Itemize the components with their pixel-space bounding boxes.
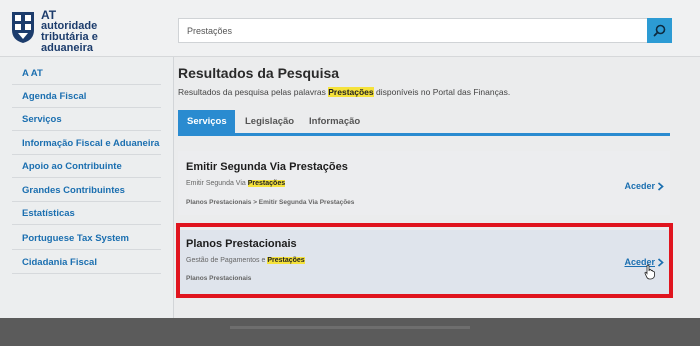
result-desc-prefix: Emitir Segunda Via bbox=[186, 180, 248, 187]
progress-track bbox=[230, 326, 470, 329]
chevron-right-icon bbox=[657, 181, 664, 191]
search-input[interactable] bbox=[179, 19, 649, 42]
sidebar-item-informacao-fiscal[interactable]: Informação Fiscal e Aduaneira bbox=[12, 132, 161, 155]
tab-legislacao[interactable]: Legislação bbox=[236, 110, 303, 133]
result-path: Planos Prestacionais > Emitir Segunda Vi… bbox=[186, 199, 355, 206]
results-tabs: Serviços Legislação Informação bbox=[178, 110, 670, 136]
aceder-label: Aceder bbox=[624, 181, 655, 191]
summary-suffix: disponíveis no Portal das Finanças. bbox=[373, 87, 511, 97]
sidebar-item-a-at[interactable]: A AT bbox=[12, 62, 161, 85]
sidebar-item-servicos[interactable]: Serviços bbox=[12, 108, 161, 131]
at-logo[interactable]: AT autoridade tributária e aduaneira bbox=[10, 9, 150, 54]
result-description: Emitir Segunda Via Prestações bbox=[186, 180, 286, 187]
search-button[interactable] bbox=[647, 18, 672, 43]
annotation-highlight-box bbox=[176, 223, 673, 298]
tab-servicos[interactable]: Serviços bbox=[178, 110, 235, 133]
sidebar-item-estatisticas[interactable]: Estatísticas bbox=[12, 202, 161, 225]
sidebar-item-cidadania-fiscal[interactable]: Cidadania Fiscal bbox=[12, 251, 161, 274]
sidebar-nav: A AT Agenda Fiscal Serviços Informação F… bbox=[0, 57, 174, 318]
summary-prefix: Resultados da pesquisa pelas palavras bbox=[178, 87, 329, 97]
sidebar-item-portuguese-tax-system[interactable]: Portuguese Tax System bbox=[12, 227, 161, 250]
sidebar-item-grandes-contribuintes[interactable]: Grandes Contribuintes bbox=[12, 179, 161, 202]
sidebar-item-apoio-contribuinte[interactable]: Apoio ao Contribuinte bbox=[12, 155, 161, 178]
result-term-highlight: Prestações bbox=[247, 180, 286, 187]
sidebar-item-agenda-fiscal[interactable]: Agenda Fiscal bbox=[12, 85, 161, 108]
search-bar bbox=[178, 18, 672, 43]
video-bottom-bar bbox=[0, 318, 700, 346]
result-item[interactable]: Emitir Segunda Via Prestações Emitir Seg… bbox=[178, 151, 670, 215]
aceder-link[interactable]: Aceder bbox=[624, 181, 664, 191]
logo-line-3: tributária e aduaneira bbox=[41, 31, 98, 54]
page-title: Resultados da Pesquisa bbox=[178, 65, 340, 81]
results-summary: Resultados da pesquisa pelas palavras Pr… bbox=[178, 87, 510, 97]
tab-informacao[interactable]: Informação bbox=[300, 110, 369, 133]
at-emblem-icon bbox=[12, 12, 34, 43]
search-icon bbox=[653, 24, 666, 37]
result-title[interactable]: Emitir Segunda Via Prestações bbox=[186, 161, 348, 173]
search-term-highlight: Prestações bbox=[328, 87, 374, 97]
header: AT autoridade tributária e aduaneira bbox=[0, 0, 700, 57]
logo-text: AT autoridade tributária e aduaneira bbox=[41, 9, 150, 54]
